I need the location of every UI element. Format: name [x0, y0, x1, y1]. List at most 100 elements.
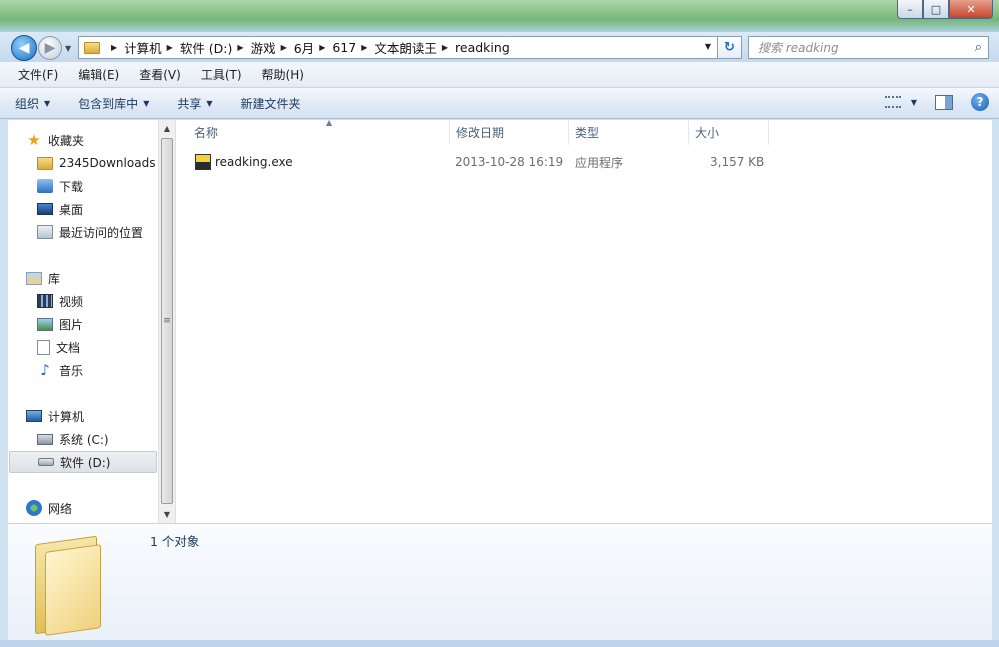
- address-bar[interactable]: ▶ 计算机 ▶ 软件 (D:) ▶ 游戏 ▶ 6月 ▶ 617 ▶ 文本朗读王 ▶ read…: [78, 36, 718, 59]
- address-history-dropdown[interactable]: ▼: [705, 42, 711, 51]
- folder-front: [45, 544, 101, 636]
- breadcrumb-text-reader[interactable]: 文本朗读王 ▶: [374, 38, 455, 57]
- nav-item-music[interactable]: ♪ 音乐: [37, 359, 157, 381]
- nav-label: 最近访问的位置: [59, 225, 144, 240]
- breadcrumb-computer[interactable]: 计算机 ▶: [124, 38, 180, 57]
- include-in-library-button[interactable]: 包含到库中 ▼: [78, 95, 149, 112]
- sort-up-icon: ▲: [326, 118, 333, 127]
- menu-edit[interactable]: 编辑(E): [68, 66, 129, 83]
- view-controls: ▼ ?: [884, 93, 989, 111]
- column-header-size[interactable]: 大小: [689, 120, 769, 145]
- nav-computer[interactable]: 计算机: [26, 405, 156, 427]
- window-bottom-frame: [0, 640, 999, 647]
- nav-item-drive-c[interactable]: 系统 (C:): [37, 428, 157, 450]
- breadcrumb-617[interactable]: 617 ▶: [332, 40, 374, 55]
- desktop-icon: [37, 203, 53, 215]
- chevron-down-icon: ▼: [44, 98, 51, 108]
- nav-label: 图片: [59, 317, 84, 332]
- nav-network[interactable]: 网络: [26, 497, 156, 519]
- scroll-thumb[interactable]: ≡: [161, 138, 173, 504]
- folder-icon: [35, 530, 105, 636]
- breadcrumb-june[interactable]: 6月 ▶: [294, 38, 333, 57]
- nav-item-videos[interactable]: 视频: [37, 290, 157, 312]
- menu-bar: 文件(F) 编辑(E) 查看(V) 工具(T) 帮助(H): [0, 62, 999, 88]
- arrow-left-icon: ◀: [18, 40, 30, 56]
- nav-label: 软件 (D:): [60, 455, 111, 470]
- table-row[interactable]: readking.exe 2013-10-28 16:19 应用程序 3,157…: [188, 151, 778, 173]
- nav-label: 音乐: [59, 363, 84, 378]
- menu-tools[interactable]: 工具(T): [191, 66, 252, 83]
- nav-item-documents[interactable]: 文档: [37, 336, 157, 358]
- share-button[interactable]: 共享 ▼: [177, 95, 212, 112]
- recent-places-icon: [37, 225, 53, 239]
- preview-pane-icon[interactable]: [935, 94, 953, 110]
- breadcrumb-drive-d[interactable]: 软件 (D:) ▶: [180, 38, 251, 57]
- nav-label: 库: [48, 271, 61, 286]
- title-bar-glass: [0, 0, 999, 32]
- search-placeholder: 搜索 readking: [758, 41, 839, 55]
- back-button[interactable]: ◀: [11, 35, 37, 61]
- chevron-right-icon: ▶: [319, 43, 326, 52]
- nav-item-2345downloads[interactable]: 2345Downloads: [37, 152, 157, 174]
- nav-item-drive-d[interactable]: 软件 (D:): [9, 451, 157, 473]
- view-options-dropdown[interactable]: ▼: [911, 98, 917, 107]
- file-modified-cell: 2013-10-28 16:19: [455, 155, 564, 169]
- nav-label: 2345Downloads: [59, 156, 156, 170]
- document-icon: [37, 339, 50, 355]
- file-type-cell: 应用程序: [575, 155, 624, 170]
- video-icon: [37, 294, 53, 308]
- folder-icon: [37, 156, 53, 170]
- organize-button[interactable]: 组织 ▼: [15, 95, 50, 112]
- share-label: 共享: [177, 96, 202, 111]
- breadcrumb-readking[interactable]: readking: [455, 40, 510, 55]
- column-header-modified[interactable]: 修改日期: [450, 120, 569, 145]
- minimize-button[interactable]: –: [897, 0, 923, 19]
- details-pane: 1 个对象: [8, 523, 992, 640]
- column-header-name[interactable]: 名称 ▲: [188, 118, 450, 145]
- help-icon[interactable]: ?: [971, 93, 989, 111]
- view-options-icon[interactable]: [884, 96, 901, 108]
- nav-item-downloads[interactable]: 下载: [37, 175, 157, 197]
- nav-favorites[interactable]: ★ 收藏夹: [26, 129, 156, 151]
- nav-label: 系统 (C:): [59, 432, 109, 447]
- include-in-library-label: 包含到库中: [78, 96, 139, 111]
- breadcrumb-label: 游戏: [250, 41, 276, 56]
- nav-item-recent-places[interactable]: 最近访问的位置: [37, 221, 157, 243]
- organize-label: 组织: [15, 96, 40, 111]
- nav-item-desktop[interactable]: 桌面: [37, 198, 157, 220]
- column-label: 类型: [575, 126, 600, 140]
- nav-item-pictures[interactable]: 图片: [37, 313, 157, 335]
- breadcrumb-label: readking: [455, 40, 510, 55]
- chevron-right-icon: ▶: [111, 43, 118, 52]
- file-name-cell[interactable]: readking.exe: [195, 151, 293, 173]
- star-icon: ★: [27, 131, 41, 149]
- refresh-button[interactable]: ↻: [718, 36, 742, 59]
- folder-icon: [84, 41, 100, 54]
- refresh-icon: ↻: [724, 40, 735, 55]
- maximize-button[interactable]: □: [923, 0, 949, 19]
- column-label: 名称: [194, 126, 219, 140]
- nav-libraries[interactable]: 库: [26, 267, 156, 289]
- forward-button[interactable]: ▶: [38, 36, 62, 60]
- title-bar: – □ ✕: [0, 0, 999, 32]
- scroll-up-button[interactable]: ▲: [159, 120, 175, 137]
- file-size-cell: 3,157 KB: [710, 155, 765, 169]
- search-icon[interactable]: ⌕: [975, 40, 982, 55]
- breadcrumb-root[interactable]: ▶: [106, 43, 124, 52]
- search-input[interactable]: 搜索 readking ⌕: [748, 36, 989, 59]
- breadcrumb-games[interactable]: 游戏 ▶: [251, 38, 294, 57]
- chevron-right-icon: ▶: [237, 43, 244, 52]
- menu-file[interactable]: 文件(F): [8, 66, 68, 83]
- navigation-scrollbar[interactable]: ▲ ≡ ▼: [158, 120, 175, 523]
- column-header-type[interactable]: 类型: [569, 120, 689, 145]
- breadcrumb-label: 文本朗读王: [374, 41, 437, 56]
- menu-view[interactable]: 查看(V): [129, 66, 191, 83]
- close-button[interactable]: ✕: [949, 0, 993, 19]
- chevron-right-icon: ▶: [361, 43, 368, 52]
- recent-pages-dropdown[interactable]: ▼: [65, 44, 71, 53]
- nav-label: 网络: [48, 501, 73, 516]
- scroll-down-button[interactable]: ▼: [159, 506, 175, 523]
- nav-label: 桌面: [59, 202, 84, 217]
- new-folder-button[interactable]: 新建文件夹: [241, 95, 301, 112]
- menu-help[interactable]: 帮助(H): [252, 66, 314, 83]
